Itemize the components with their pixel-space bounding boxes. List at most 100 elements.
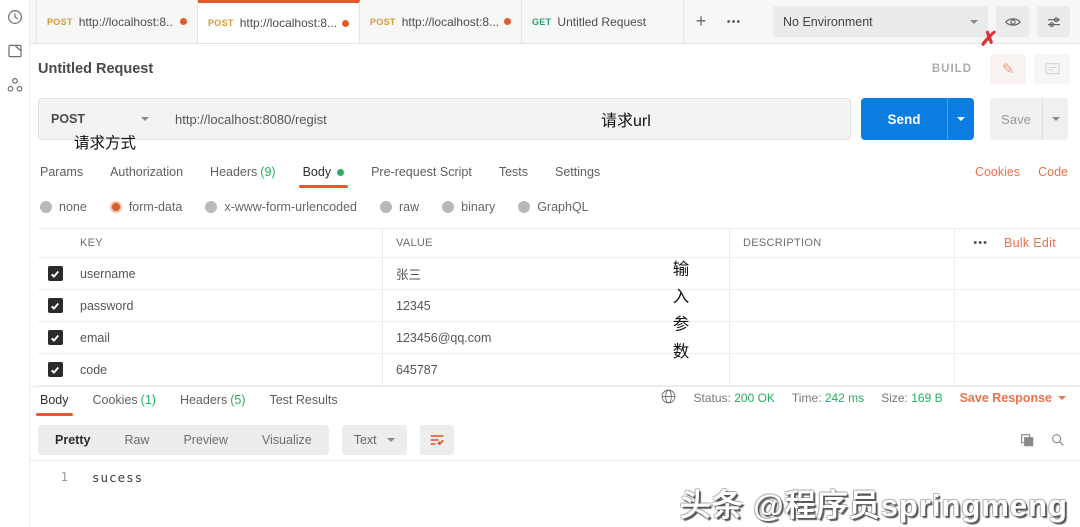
tab-params[interactable]: Params — [40, 165, 83, 188]
view-raw-button[interactable]: Raw — [107, 425, 166, 455]
param-description[interactable] — [729, 258, 954, 289]
status-field: Status: 200 OK — [693, 391, 775, 405]
radio-icon — [442, 201, 455, 213]
request-tab-1[interactable]: POST http://localhost:8... — [36, 0, 198, 43]
param-description[interactable] — [729, 322, 954, 353]
bulk-edit-link[interactable]: Bulk Edit — [1004, 236, 1056, 250]
response-body-text: sucess — [92, 470, 144, 485]
view-pretty-button[interactable]: Pretty — [38, 425, 107, 455]
method-value: POST — [51, 112, 86, 126]
param-key[interactable]: code — [72, 354, 382, 385]
code-line: 1 sucess — [30, 461, 1080, 485]
status-value: 200 OK — [734, 391, 775, 405]
tab-title: Untitled Request — [557, 14, 647, 29]
param-key[interactable]: password — [72, 290, 382, 321]
cookies-link[interactable]: Cookies — [975, 165, 1020, 179]
save-response-button[interactable]: Save Response — [960, 391, 1066, 405]
cookies-count-badge: (1) — [140, 393, 156, 407]
request-tab-4[interactable]: GET Untitled Request — [522, 0, 684, 43]
send-button-group: Send — [861, 98, 974, 140]
response-tab-headers[interactable]: Headers (5) — [180, 393, 246, 416]
radio-raw[interactable]: raw — [380, 200, 419, 214]
row-checkbox-checked[interactable] — [47, 266, 63, 281]
page-title: Untitled Request — [38, 61, 154, 77]
column-header-key: KEY — [80, 237, 103, 249]
size-value: 169 B — [911, 391, 943, 405]
param-key[interactable]: username — [72, 258, 382, 289]
save-options-button[interactable] — [1042, 98, 1068, 140]
chevron-down-icon — [957, 117, 965, 125]
radio-none[interactable]: none — [40, 200, 87, 214]
headers-count-badge: (9) — [260, 165, 276, 179]
view-preview-button[interactable]: Preview — [166, 425, 244, 455]
table-options-button[interactable]: ••• — [973, 237, 988, 249]
apis-icon[interactable] — [6, 76, 24, 94]
view-visualize-button[interactable]: Visualize — [245, 425, 329, 455]
response-view-toolbar: Pretty Raw Preview Visualize Text — [38, 424, 1066, 456]
form-data-table: KEY VALUE DESCRIPTION ••• Bulk Edit user… — [38, 228, 1080, 386]
request-tab-3[interactable]: POST http://localhost:8... — [360, 0, 522, 43]
chevron-down-icon — [1058, 396, 1066, 404]
tab-options-button[interactable]: ••• — [718, 0, 750, 43]
row-checkbox-checked[interactable] — [47, 362, 63, 377]
search-icon[interactable] — [1050, 432, 1066, 448]
comment-button[interactable] — [1034, 54, 1070, 84]
param-description[interactable] — [729, 290, 954, 321]
new-tab-button[interactable]: + — [684, 0, 718, 43]
edit-button[interactable]: ✎ — [990, 54, 1026, 84]
request-tab-list: Params Authorization Headers (9) Body Pre… — [40, 165, 600, 188]
header-actions: BUILD ✎ — [932, 54, 1070, 84]
collections-icon[interactable] — [6, 42, 24, 60]
radio-icon — [518, 201, 531, 213]
code-link[interactable]: Code — [1038, 165, 1068, 179]
globe-icon[interactable] — [660, 388, 677, 408]
time-value: 242 ms — [824, 391, 865, 405]
response-tab-test-results[interactable]: Test Results — [269, 393, 337, 416]
unsaved-dot-icon — [180, 18, 187, 25]
tab-headers[interactable]: Headers (9) — [210, 165, 276, 188]
view-mode-switcher: Pretty Raw Preview Visualize — [38, 425, 329, 455]
copy-icon[interactable] — [1019, 432, 1035, 448]
red-x-annotation: ✗ — [978, 27, 999, 52]
format-dropdown[interactable]: Text — [341, 425, 407, 455]
response-tab-body[interactable]: Body — [36, 393, 72, 416]
history-icon[interactable] — [6, 8, 24, 26]
tab-method-badge: POST — [370, 16, 396, 27]
request-tab-2-active[interactable]: POST http://localhost:8... — [198, 0, 360, 43]
chevron-down-icon — [1051, 117, 1060, 125]
radio-graphql[interactable]: GraphQL — [518, 200, 589, 214]
param-key[interactable]: email — [72, 322, 382, 353]
settings-button[interactable] — [1037, 6, 1070, 37]
radio-form-data[interactable]: form-data — [109, 200, 182, 214]
radio-x-www-form-urlencoded[interactable]: x-www-form-urlencoded — [205, 200, 357, 214]
response-meta: Status: 200 OK Time: 242 ms Size: 169 B … — [660, 388, 1066, 416]
save-button-group: Save — [990, 98, 1068, 140]
postman-window: POST http://localhost:8... POST http://l… — [0, 0, 1080, 527]
tab-title: http://localhost:8... — [239, 16, 336, 30]
row-checkbox-checked[interactable] — [47, 330, 63, 345]
left-sidebar — [0, 0, 30, 527]
request-header: Untitled Request BUILD ✎ — [30, 44, 1080, 94]
param-description[interactable] — [729, 354, 954, 385]
response-body-editor[interactable]: 1 sucess — [30, 460, 1080, 527]
wrap-lines-button[interactable] — [419, 425, 454, 455]
save-button[interactable]: Save — [990, 98, 1042, 140]
unsaved-dot-icon — [504, 18, 511, 25]
environment-selector[interactable]: No Environment — [773, 6, 988, 37]
chevron-down-icon — [141, 117, 149, 125]
url-input[interactable]: http://localhost:8080/regist — [161, 99, 850, 139]
send-button[interactable]: Send — [861, 98, 947, 140]
radio-binary[interactable]: binary — [442, 200, 495, 214]
tab-pre-request-script[interactable]: Pre-request Script — [371, 165, 472, 188]
tab-tests[interactable]: Tests — [499, 165, 528, 188]
send-options-button[interactable] — [947, 98, 974, 140]
environment-quick-look-button[interactable] — [996, 6, 1029, 37]
pencil-icon: ✎ — [1001, 61, 1015, 78]
tab-body[interactable]: Body — [298, 165, 348, 188]
tab-authorization[interactable]: Authorization — [110, 165, 183, 188]
row-checkbox-checked[interactable] — [47, 298, 63, 313]
response-tab-cookies[interactable]: Cookies (1) — [93, 393, 156, 416]
table-row: username 张三 — [38, 258, 1080, 290]
tab-settings[interactable]: Settings — [555, 165, 600, 188]
request-editor-tabs: Params Authorization Headers (9) Body Pre… — [30, 157, 1080, 188]
